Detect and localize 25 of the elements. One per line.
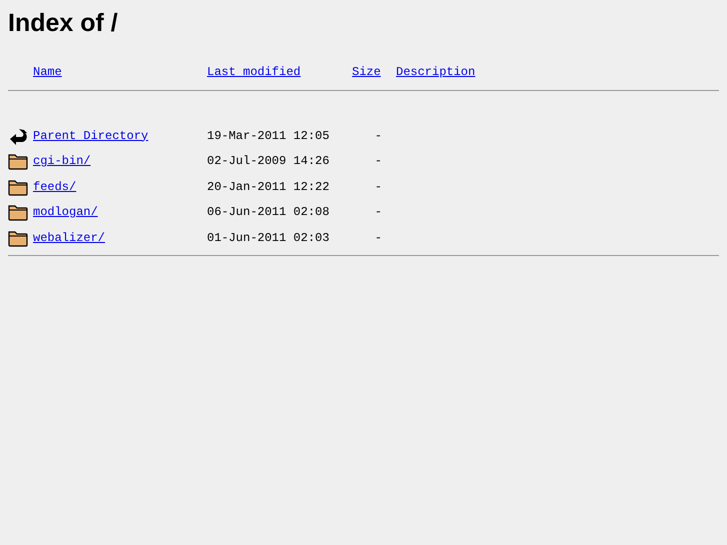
modified-date: 06-Jun-2011 02:08: [207, 204, 330, 221]
column-header-link[interactable]: Last modified: [207, 65, 301, 79]
folder-icon: [8, 203, 28, 221]
folder-icon: [8, 178, 28, 196]
modified-date: 01-Jun-2011 02:03: [207, 230, 330, 246]
file-size: -: [374, 128, 382, 144]
file-size: -: [374, 178, 382, 196]
column-header-link[interactable]: Size: [352, 65, 381, 79]
page-title: Index of /: [8, 8, 119, 38]
entry-link[interactable]: Parent Directory: [33, 126, 148, 144]
column-header-link[interactable]: Description: [396, 65, 476, 79]
entry-link[interactable]: webalizer/: [33, 228, 106, 246]
file-size: -: [374, 204, 382, 221]
file-size: -: [374, 153, 382, 170]
entry-link[interactable]: feeds/: [33, 178, 76, 196]
entry-link[interactable]: cgi-bin/: [33, 152, 91, 170]
folder-icon: [8, 152, 28, 170]
modified-date: 20-Jan-2011 12:22: [207, 178, 330, 196]
column-header-link[interactable]: Name: [33, 65, 62, 79]
file-size: -: [374, 230, 382, 246]
modified-date: 19-Mar-2011 12:05: [207, 128, 330, 144]
folder-icon: [8, 228, 28, 246]
entry-link[interactable]: modlogan/: [33, 203, 98, 221]
back-arrow-icon: [8, 126, 28, 144]
modified-date: 02-Jul-2009 14:26: [207, 153, 330, 170]
